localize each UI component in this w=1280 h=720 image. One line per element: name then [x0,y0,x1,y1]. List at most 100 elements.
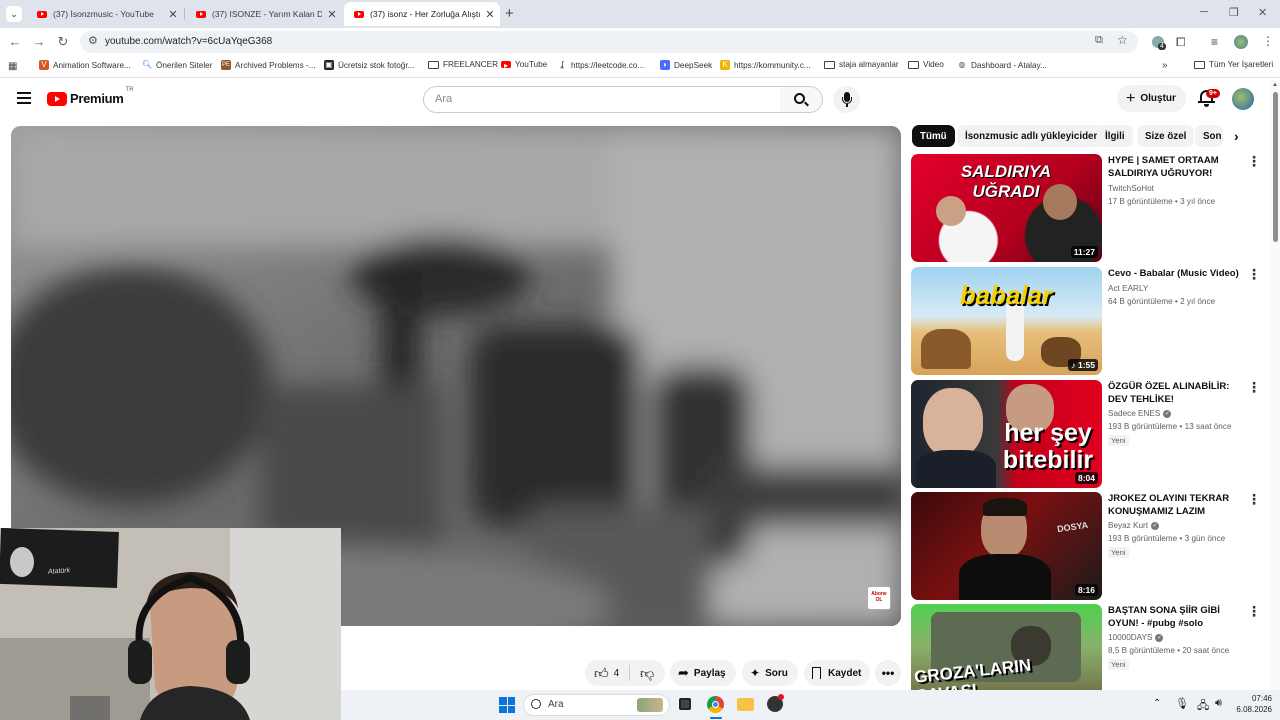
search-favicon: 🔍︎ [142,60,153,69]
back-icon[interactable]: ← [6,34,24,50]
scroll-up-icon[interactable]: ▲ [1272,82,1278,88]
more-actions-button[interactable]: ••• [875,660,901,686]
video-thumbnail[interactable]: DOSYA 8:16 [911,492,1102,600]
close-window-icon[interactable]: ✕ [1258,6,1267,19]
video-menu-icon[interactable]: ⋮ [1247,380,1261,394]
create-button[interactable]: + Oluştur [1117,85,1186,112]
share-icon: ➦ [678,665,689,680]
windows-start-icon[interactable] [499,697,515,713]
chip-for-you[interactable]: Size özel [1137,125,1195,147]
bookmark-youtube[interactable]: ▸ YouTube [501,60,547,70]
video-title[interactable]: ÖZGÜR ÖZEL ALINABİLİR: DEV TEHLİKE! [1108,380,1246,406]
subscribe-watermark[interactable]: Abone OL [867,586,891,610]
suggested-video[interactable]: her şey bitebilir 8:04 ÖZGÜR ÖZEL ALINAB… [911,380,1261,488]
address-bar[interactable]: ⚙ youtube.com/watch?v=6cUaYqeG368 ⧉ ☆ [80,31,1138,53]
video-title[interactable]: HYPE | SAMET ORTAAM SALDIRIYA UĞRUYOR! [1108,154,1246,180]
video-title[interactable]: BAŞTAN SONA ŞİİR GİBİ OYUN! - #pubg #sol… [1108,604,1246,630]
bookmark-stock-photo[interactable]: ▣ Ücretsiz stok fotoğr... [324,60,414,70]
url-text[interactable]: youtube.com/watch?v=6cUaYqeG368 [105,36,272,47]
video-thumbnail[interactable]: babalar ♪ 1:55 [911,267,1102,375]
share-button[interactable]: ➦ Paylaş [670,660,736,686]
video-thumbnail[interactable]: her şey bitebilir 8:04 [911,380,1102,488]
video-thumbnail[interactable]: SALDIRIYA UĞRADI 11:27 [911,154,1102,262]
taskbar-clock[interactable]: 07:46 6.08.2026 [1236,693,1272,715]
new-tab-button[interactable]: + [505,5,514,22]
suggested-video[interactable]: babalar ♪ 1:55 Cevo - Babalar (Music Vid… [911,267,1261,375]
video-menu-icon[interactable]: ⋮ [1247,154,1261,168]
reload-icon[interactable]: ↻ [54,34,72,50]
task-view-icon[interactable] [679,698,691,710]
microphone-tray-icon[interactable]: 🎙︎ [1175,697,1189,710]
tab-close-icon[interactable]: ✕ [480,8,500,21]
chip-recent[interactable]: Son [1195,125,1223,147]
bookmark-star-icon[interactable]: ☆ [1117,33,1128,47]
ask-button[interactable]: ✦ Soru [742,660,798,686]
video-title[interactable]: JROKEZ OLAYINI TEKRAR KONUŞMAMIZ LAZIM [1108,492,1246,518]
bookmark-icon [812,667,821,682]
tab-search-icon[interactable]: ⌄ [6,6,22,22]
chip-related[interactable]: İlgili [1097,125,1133,147]
tab-close-icon[interactable]: ✕ [322,8,342,21]
tray-overflow-icon[interactable]: ⌃ [1153,698,1161,709]
youtube-logo[interactable]: Premium TR [47,87,134,106]
channel-name[interactable]: Act EARLY [1108,284,1148,293]
chrome-icon[interactable] [707,696,724,713]
search-input[interactable]: Ara [423,86,781,113]
bookmark-leetcode[interactable]: ʆ https://leetcode.co... [557,60,645,70]
tab-close-icon[interactable]: ✕ [163,8,183,21]
suggested-video[interactable]: DOSYA 8:16 JROKEZ OLAYINI TEKRAR KONUŞMA… [911,492,1261,600]
dislike-button[interactable]: 👎︎ [630,665,654,682]
media-controls-icon[interactable]: ≡ [1211,35,1218,49]
chip-from-uploader[interactable]: İsonzmusic adlı yükleyiciden [957,125,1108,147]
share-label: Paylaş [693,667,726,679]
suggested-video[interactable]: SALDIRIYA UĞRADI 11:27 HYPE | SAMET ORTA… [911,154,1261,262]
puzzle-icon[interactable]: ⧠ [1176,35,1186,50]
video-menu-icon[interactable]: ⋮ [1247,604,1261,618]
site-info-icon[interactable]: ⚙ [88,34,98,47]
bookmark-video[interactable]: Video [908,60,944,69]
search-button[interactable] [780,86,823,113]
video-menu-icon[interactable]: ⋮ [1247,492,1261,506]
video-title[interactable]: Cevo - Babalar (Music Video) [1108,267,1246,280]
voice-search-button[interactable] [833,86,860,113]
hamburger-menu-icon[interactable] [17,92,31,104]
bookmark-staja[interactable]: staja almayanlar [824,60,899,69]
channel-name[interactable]: Sadece ENES ✓ [1108,409,1172,418]
bookmark-dashboard[interactable]: ◍ Dashboard - Atalay... [957,60,1047,70]
channel-name[interactable]: TwitchSoHot [1108,184,1154,193]
minimize-icon[interactable]: ─ [1200,6,1208,18]
bookmark-deepseek[interactable]: ◗ DeepSeek [660,60,712,70]
chip-all[interactable]: Tümü [912,125,955,147]
tab-isonzmusic[interactable]: (37) İsonzmusic - YouTube ✕ [27,2,183,26]
bookmark-freelancer[interactable]: FREELANCER [428,60,498,69]
tab-isonz-active[interactable]: (37) isonz - Her Zorluğa Alıştım ✕ [344,2,500,26]
bookmark-onerilen[interactable]: 🔍︎ Önerilen Siteler [142,60,212,70]
tab-isonze[interactable]: (37) ISONZE - Yarım Kalan Düşler ✕ [186,2,342,26]
browser-menu-icon[interactable]: ⋮ [1262,34,1274,48]
forward-icon[interactable]: → [30,34,48,50]
like-button[interactable]: 👍︎ 4 [585,660,629,686]
taskbar-search[interactable]: Ara [523,694,670,716]
bookmarks-overflow-icon[interactable]: » [1162,60,1168,71]
bookmark-label: Ücretsiz stok fotoğr... [338,60,415,70]
video-menu-icon[interactable]: ⋮ [1247,267,1261,281]
bookmark-kommunity[interactable]: Khttps://kommunity.c... [720,60,811,70]
page-scrollbar-thumb[interactable] [1273,92,1278,242]
file-explorer-icon[interactable] [737,698,754,711]
apps-grid-icon[interactable]: ▦ [8,61,17,72]
restore-icon[interactable]: ❐ [1229,6,1239,19]
network-icon[interactable]: 🖧 [1197,697,1209,716]
bookmark-animation[interactable]: V Animation Software... [39,60,131,70]
all-bookmarks[interactable]: Tüm Yer İşaretleri [1194,60,1273,69]
channel-name[interactable]: Beyaz Kurt ✓ [1108,521,1160,530]
new-badge: Yeni [1108,659,1129,670]
save-button[interactable]: Kaydet [804,660,870,686]
install-app-icon[interactable]: ⧉ [1095,34,1103,47]
chips-next-icon[interactable]: › [1234,128,1239,144]
profile-avatar-icon[interactable] [1234,35,1248,49]
account-avatar[interactable] [1232,88,1254,110]
bookmark-archived[interactable]: PE Archived Problems -... [221,60,316,70]
volume-icon[interactable]: 🔊︎ [1215,697,1222,710]
view-count: 17 B görüntüleme [1108,197,1173,206]
channel-name[interactable]: 10000DAYS ✓ [1108,633,1164,642]
